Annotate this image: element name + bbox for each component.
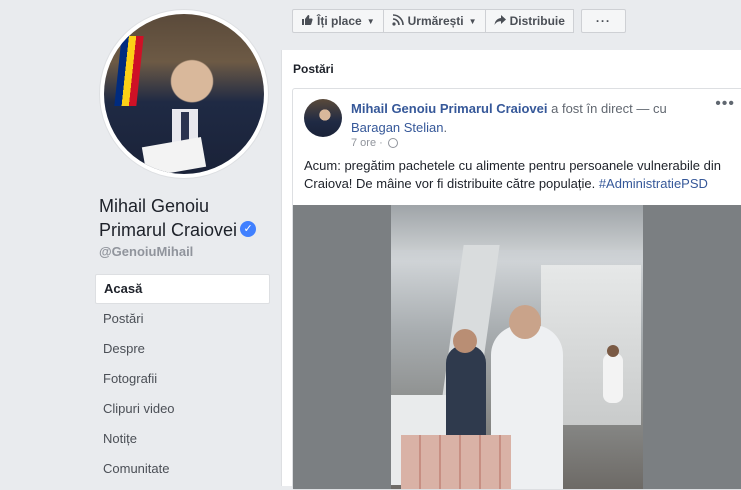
hashtag-link[interactable]: #AdministratiePSD <box>599 176 708 191</box>
video-person-3-head <box>607 345 619 357</box>
nav-item-home[interactable]: Acasă <box>95 274 270 304</box>
nav-item-posts[interactable]: Postări <box>95 304 270 334</box>
video-ceiling <box>391 205 643 250</box>
post-options-button[interactable]: ••• <box>715 95 735 113</box>
thumbs-up-icon <box>301 14 313 29</box>
follow-button[interactable]: Urmărești ▼ <box>382 9 486 33</box>
page-nav: Acasă Postări Despre Fotografii Clipuri … <box>95 274 270 484</box>
share-button[interactable]: Distribuie <box>484 9 574 33</box>
follow-button-label: Urmărești <box>407 14 464 28</box>
rss-icon <box>392 13 404 29</box>
nav-item-videos[interactable]: Clipuri video <box>95 394 270 424</box>
tagged-person-link[interactable]: Baragan Stelian <box>351 120 444 135</box>
chevron-down-icon: ▼ <box>468 16 477 26</box>
nav-item-community[interactable]: Comunitate <box>95 454 270 484</box>
page-sidebar: Mihail Genoiu Primarul Craiovei ✓ @Genoiu… <box>0 0 280 486</box>
globe-icon <box>387 138 398 149</box>
post-author-link[interactable]: Mihail Genoiu Primarul Craiovei <box>351 101 548 116</box>
post-timestamp[interactable]: 7 ore <box>351 137 376 149</box>
page-title-line2-text: Primarul Craiovei <box>99 220 238 240</box>
share-arrow-icon <box>494 14 506 29</box>
video-person-3 <box>603 353 623 403</box>
video-frame <box>391 205 643 489</box>
nav-item-about[interactable]: Despre <box>95 334 270 364</box>
like-button[interactable]: Îți place ▼ <box>292 9 384 33</box>
video-person-1-head <box>509 305 541 339</box>
page-title[interactable]: Mihail Genoiu Primarul Craiovei ✓ <box>99 194 277 242</box>
post-header: Mihail Genoiu Primarul Craiovei a fost î… <box>351 99 711 137</box>
profile-picture[interactable] <box>104 14 264 174</box>
video-letterbox-left <box>293 205 391 489</box>
flag-image <box>114 36 144 106</box>
posts-section-title: Postări <box>293 62 334 76</box>
profile-picture-frame[interactable] <box>100 10 268 178</box>
share-button-label: Distribuie <box>509 14 565 28</box>
page-title-line1: Mihail Genoiu <box>99 196 210 216</box>
post-author-avatar[interactable] <box>304 99 342 137</box>
video-person-2-head <box>453 329 477 353</box>
post-meta: 7 ore · <box>351 137 398 149</box>
video-food-packages <box>401 435 511 489</box>
verified-badge-icon: ✓ <box>240 221 257 238</box>
posts-panel: Postări Mihail Genoiu Primarul Craiovei … <box>281 50 741 490</box>
video-letterbox-right <box>643 205 741 489</box>
meta-separator: · <box>379 137 383 149</box>
post-text: Acum: pregătim pachetele cu alimente pen… <box>304 157 734 193</box>
nav-item-notes[interactable]: Notițe <box>95 424 270 454</box>
like-button-label: Îți place <box>317 14 362 28</box>
video-person-2 <box>446 345 486 445</box>
chevron-down-icon: ▼ <box>366 16 375 26</box>
post-action-text: a fost în direct — cu <box>547 101 667 116</box>
page-action-bar: Îți place ▼ Urmărești ▼ Distribuie ··· <box>292 9 626 33</box>
page-username[interactable]: @GenoiuMihail <box>99 244 193 259</box>
photo-paper <box>141 137 207 174</box>
nav-item-photos[interactable]: Fotografii <box>95 364 270 394</box>
page-title-line2: Primarul Craiovei ✓ <box>99 218 277 242</box>
post-header-period: . <box>443 120 448 135</box>
more-options-button[interactable]: ··· <box>580 9 626 33</box>
live-video-player[interactable] <box>293 205 741 489</box>
post-card: Mihail Genoiu Primarul Craiovei a fost î… <box>292 88 741 490</box>
